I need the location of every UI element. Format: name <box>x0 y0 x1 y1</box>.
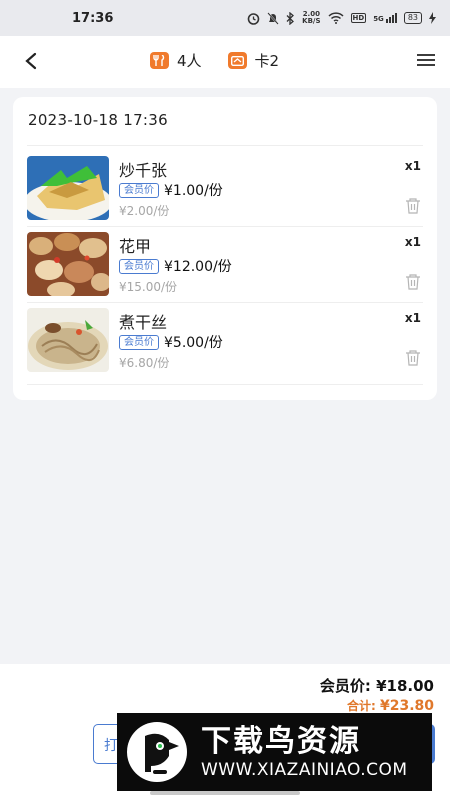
total-value: ¥23.80 <box>379 698 434 714</box>
wifi-icon <box>327 12 344 24</box>
divider <box>27 226 423 227</box>
back-icon[interactable] <box>22 50 42 72</box>
home-indicator[interactable] <box>150 791 300 795</box>
member-price-row: 会员价 ¥1.00/份 <box>119 180 223 200</box>
net-speed: 2.00 KB/S <box>302 11 320 25</box>
grand-total: 合计: ¥23.80 <box>347 697 434 714</box>
dish-photo <box>27 308 109 372</box>
order-item: 煮干丝 会员价 ¥5.00/份 ¥6.80/份 x1 <box>13 308 437 374</box>
item-quantity: x1 <box>404 235 421 249</box>
member-price: ¥12.00/份 <box>164 259 232 275</box>
original-price: ¥15.00/份 <box>119 280 178 294</box>
network-type: 5G <box>373 15 384 23</box>
header-info: 4人 卡2 <box>150 50 305 71</box>
trash-icon[interactable] <box>405 274 421 290</box>
guest-count[interactable]: 4人 <box>150 50 202 71</box>
status-bar: 17:36 2.00 KB/S HD 5G 83 <box>0 0 450 36</box>
trash-icon[interactable] <box>405 198 421 214</box>
divider <box>27 384 423 385</box>
signal-icon: 5G <box>373 13 397 23</box>
member-tag: 会员价 <box>119 182 159 198</box>
order-datetime: 2023-10-18 17:36 <box>28 111 168 129</box>
member-price-row: 会员价 ¥5.00/份 <box>119 332 223 352</box>
original-price: ¥6.80/份 <box>119 356 170 370</box>
dish-photo <box>27 232 109 296</box>
dish-name: 炒千张 <box>119 161 168 180</box>
top-nav: 4人 卡2 <box>0 36 450 88</box>
member-price: ¥1.00/份 <box>164 183 223 199</box>
member-total: 会员价: ¥18.00 <box>320 675 434 696</box>
menu-icon[interactable] <box>416 52 436 68</box>
guest-count-label: 4人 <box>177 52 202 70</box>
card-label: 卡2 <box>254 52 280 70</box>
dish-photo <box>27 156 109 220</box>
watermark-banner: 下载鸟资源 WWW.XIAZAINIAO.COM <box>117 713 432 791</box>
dish-name: 煮干丝 <box>119 313 168 332</box>
member-tag: 会员价 <box>119 334 159 350</box>
trash-icon[interactable] <box>405 350 421 366</box>
order-item: 炒千张 会员价 ¥1.00/份 ¥2.00/份 x1 <box>13 156 437 222</box>
watermark-url: WWW.XIAZAINIAO.COM <box>201 760 408 780</box>
original-price: ¥2.00/份 <box>119 204 170 218</box>
order-item: 花甲 会员价 ¥12.00/份 ¥15.00/份 x1 <box>13 232 437 298</box>
member-price-row: 会员价 ¥12.00/份 <box>119 256 232 276</box>
member-tag: 会员价 <box>119 258 159 274</box>
member-price: ¥5.00/份 <box>164 335 223 351</box>
watermark-title: 下载鸟资源 <box>201 724 361 759</box>
watermark-text: 下载鸟资源 WWW.XIAZAINIAO.COM <box>201 724 408 780</box>
item-quantity: x1 <box>404 159 421 173</box>
dish-name: 花甲 <box>119 237 152 256</box>
divider <box>27 302 423 303</box>
charging-icon <box>429 12 436 24</box>
bluetooth-icon <box>286 11 295 25</box>
status-time: 17:36 <box>72 10 114 26</box>
card-icon <box>227 52 247 69</box>
hd-badge: HD <box>350 13 367 23</box>
order-card: 2023-10-18 17:36 炒千张 会员价 ¥1.00/份 ¥2.00/份… <box>13 97 437 400</box>
item-quantity: x1 <box>404 311 421 325</box>
net-speed-unit: KB/S <box>302 17 321 25</box>
battery-level: 83 <box>403 12 422 24</box>
divider <box>27 145 423 146</box>
alarm-icon <box>247 12 260 25</box>
utensils-icon <box>150 52 169 69</box>
mute-bell-icon <box>267 11 279 25</box>
status-icons: 2.00 KB/S HD 5G 83 <box>247 11 436 25</box>
card-selector[interactable]: 卡2 <box>227 50 280 71</box>
member-total-value: ¥18.00 <box>376 677 434 695</box>
bird-logo-icon <box>127 722 187 782</box>
total-label: 合计: <box>346 699 376 713</box>
member-total-label: 会员价: <box>319 677 371 695</box>
